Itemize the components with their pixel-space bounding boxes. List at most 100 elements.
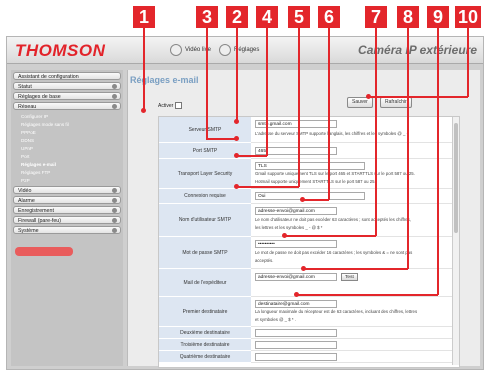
page-title: Réglages e-mail	[130, 75, 199, 85]
sidebar-item-label: Réseau	[18, 104, 37, 110]
sidebar-item-video[interactable]: Vidéo	[13, 186, 121, 194]
sidebar-subitem-pppoe[interactable]: PPPoE	[21, 129, 36, 136]
chevron-up-icon	[112, 104, 117, 109]
sidebar-subitem-upnp[interactable]: UPnP	[21, 145, 33, 152]
sidebar-subitem-port[interactable]: Port	[21, 153, 29, 160]
callout-badge-3: 3	[196, 6, 218, 28]
tab-settings-label: Réglages	[234, 47, 260, 53]
callout-hline-6	[302, 199, 329, 201]
callout-badge-7: 7	[365, 6, 387, 28]
smtp-port-row: 465	[251, 143, 459, 159]
sidebar-subitem-ip-config[interactable]: Configurer IP	[21, 113, 48, 120]
fourth-recipient-label: Quatrième destinataire	[159, 351, 251, 363]
auth-required-row: Oui	[251, 189, 459, 204]
second-recipient-input[interactable]	[255, 329, 337, 337]
fourth-recipient-input[interactable]	[255, 353, 337, 361]
chevron-down-icon	[112, 84, 117, 89]
callout-dot-8	[301, 266, 306, 271]
smtp-username-input[interactable]: adresse-envoi@gmail.com	[255, 207, 337, 215]
callout-badge-8: 8	[397, 6, 419, 28]
sidebar-subitem-ddns[interactable]: DDNS	[21, 137, 34, 144]
third-recipient-row	[251, 339, 459, 351]
fourth-recipient-row	[251, 351, 459, 363]
callout-line-8	[407, 28, 409, 269]
chevron-down-icon	[112, 218, 117, 223]
sidebar-item-label: Firewall (pare-feu)	[18, 218, 61, 224]
tab-settings[interactable]: Réglages	[219, 44, 259, 56]
callout-dot-4	[234, 153, 239, 158]
sidebar-subitem-wireless[interactable]: Réglages mode sans fil	[21, 121, 69, 128]
scrollbar-thumb[interactable]	[454, 123, 458, 233]
callout-line-2	[236, 28, 238, 122]
sidebar-item-basic-settings[interactable]: Réglages de base	[13, 92, 121, 100]
callout-hline-5	[236, 186, 299, 188]
sender-email-input[interactable]: adresse-envoi@gmail.com	[255, 273, 337, 281]
callout-dot-6	[300, 197, 305, 202]
callout-line-10	[467, 28, 469, 97]
auth-required-label: Connexion requise	[159, 189, 251, 204]
sidebar-item-network[interactable]: Réseau	[13, 102, 121, 110]
callout-hline-9	[296, 294, 438, 296]
smtp-password-input[interactable]: ••••••••••	[255, 240, 337, 248]
sidebar-item-label: Alarme	[18, 198, 35, 204]
smtp-server-hint: L'adresse du serveur SMTP supporte l'ang…	[255, 131, 408, 136]
sidebar: Assistant de configuration Statut Réglag…	[11, 70, 123, 366]
callout-dot-10	[366, 94, 371, 99]
second-recipient-row	[251, 327, 459, 339]
first-recipient-row: destinataire@gmail.com La longueur maxim…	[251, 297, 459, 327]
first-recipient-hint-1: La longueur maximale du récepteur est de…	[255, 309, 418, 314]
sidebar-item-label: Système	[18, 228, 39, 234]
tls-row: TLS Gmail supporte uniquement TLS sur le…	[251, 159, 459, 189]
callout-line-1	[143, 28, 145, 110]
callout-badge-5: 5	[288, 6, 310, 28]
smtp-password-row: •••••••••• Le mot de passe ne doit pas e…	[251, 237, 459, 269]
callout-badge-10: 10	[455, 6, 481, 28]
callout-hline-10	[368, 96, 468, 98]
brand-logo: THOMSON	[15, 41, 106, 60]
callout-badge-2: 2	[226, 6, 248, 28]
smtp-username-label: Nom d'utilisateur SMTP	[159, 204, 251, 237]
sidebar-item-alarm[interactable]: Alarme	[13, 196, 121, 204]
sidebar-item-assistant[interactable]: Assistant de configuration	[13, 72, 121, 80]
chevron-down-icon	[112, 94, 117, 99]
callout-dot-7	[282, 233, 287, 238]
third-recipient-input[interactable]	[255, 341, 337, 349]
smtp-password-hint-1: Le mot de passe ne doit pas excéder 16 c…	[255, 250, 413, 255]
tls-select[interactable]: TLS	[255, 162, 365, 170]
chevron-down-icon	[112, 188, 117, 193]
chevron-down-icon	[112, 208, 117, 213]
sidebar-item-recording[interactable]: Enregistrement	[13, 206, 121, 214]
app-window: THOMSON Vidéo live Réglages Caméra IP ex…	[6, 36, 484, 370]
tab-video-live[interactable]: Vidéo live	[170, 44, 211, 56]
settings-icon	[219, 44, 231, 56]
sidebar-item-label: Enregistrement	[18, 208, 54, 214]
smtp-username-hint-1: Le nom d'utilisateur ne doit pas excéder…	[255, 217, 411, 222]
sidebar-subitem-p2p[interactable]: P2P	[21, 177, 30, 184]
callout-hline-8	[303, 268, 408, 270]
third-recipient-label: Troisième destinataire	[159, 339, 251, 351]
sidebar-subitem-ftp[interactable]: Réglages FTP	[21, 169, 50, 176]
callout-dot-3	[234, 136, 239, 141]
sidebar-item-system[interactable]: Système	[13, 226, 121, 234]
sidebar-subitem-email[interactable]: Réglages e-mail	[21, 161, 56, 168]
callout-line-3	[206, 28, 208, 138]
first-recipient-input[interactable]: destinataire@gmail.com	[255, 300, 337, 308]
enable-toggle[interactable]: Activer	[158, 102, 183, 109]
sidebar-item-firewall[interactable]: Firewall (pare-feu)	[13, 216, 121, 224]
form-scrollbar[interactable]	[452, 117, 459, 365]
callout-dot-1	[141, 108, 146, 113]
chevron-down-icon	[112, 198, 117, 203]
sidebar-item-label: Assistant de configuration	[18, 74, 79, 80]
enable-checkbox[interactable]	[175, 102, 183, 109]
smtp-password-label: Mot de passe SMTP	[159, 237, 251, 269]
callout-badge-9: 9	[427, 6, 449, 28]
first-recipient-label: Premier destinataire	[159, 297, 251, 327]
callout-dot-5	[234, 184, 239, 189]
callout-line-9	[437, 28, 439, 295]
chevron-down-icon	[112, 228, 117, 233]
callout-badge-6: 6	[318, 6, 340, 28]
sidebar-item-status[interactable]: Statut	[13, 82, 121, 90]
tls-hint-1: Gmail supporte uniquement TLS sur le por…	[255, 171, 415, 176]
test-button[interactable]: Test	[341, 273, 358, 281]
smtp-username-hint-2: les lettres et les symboles _ - @ $ *	[255, 225, 323, 230]
